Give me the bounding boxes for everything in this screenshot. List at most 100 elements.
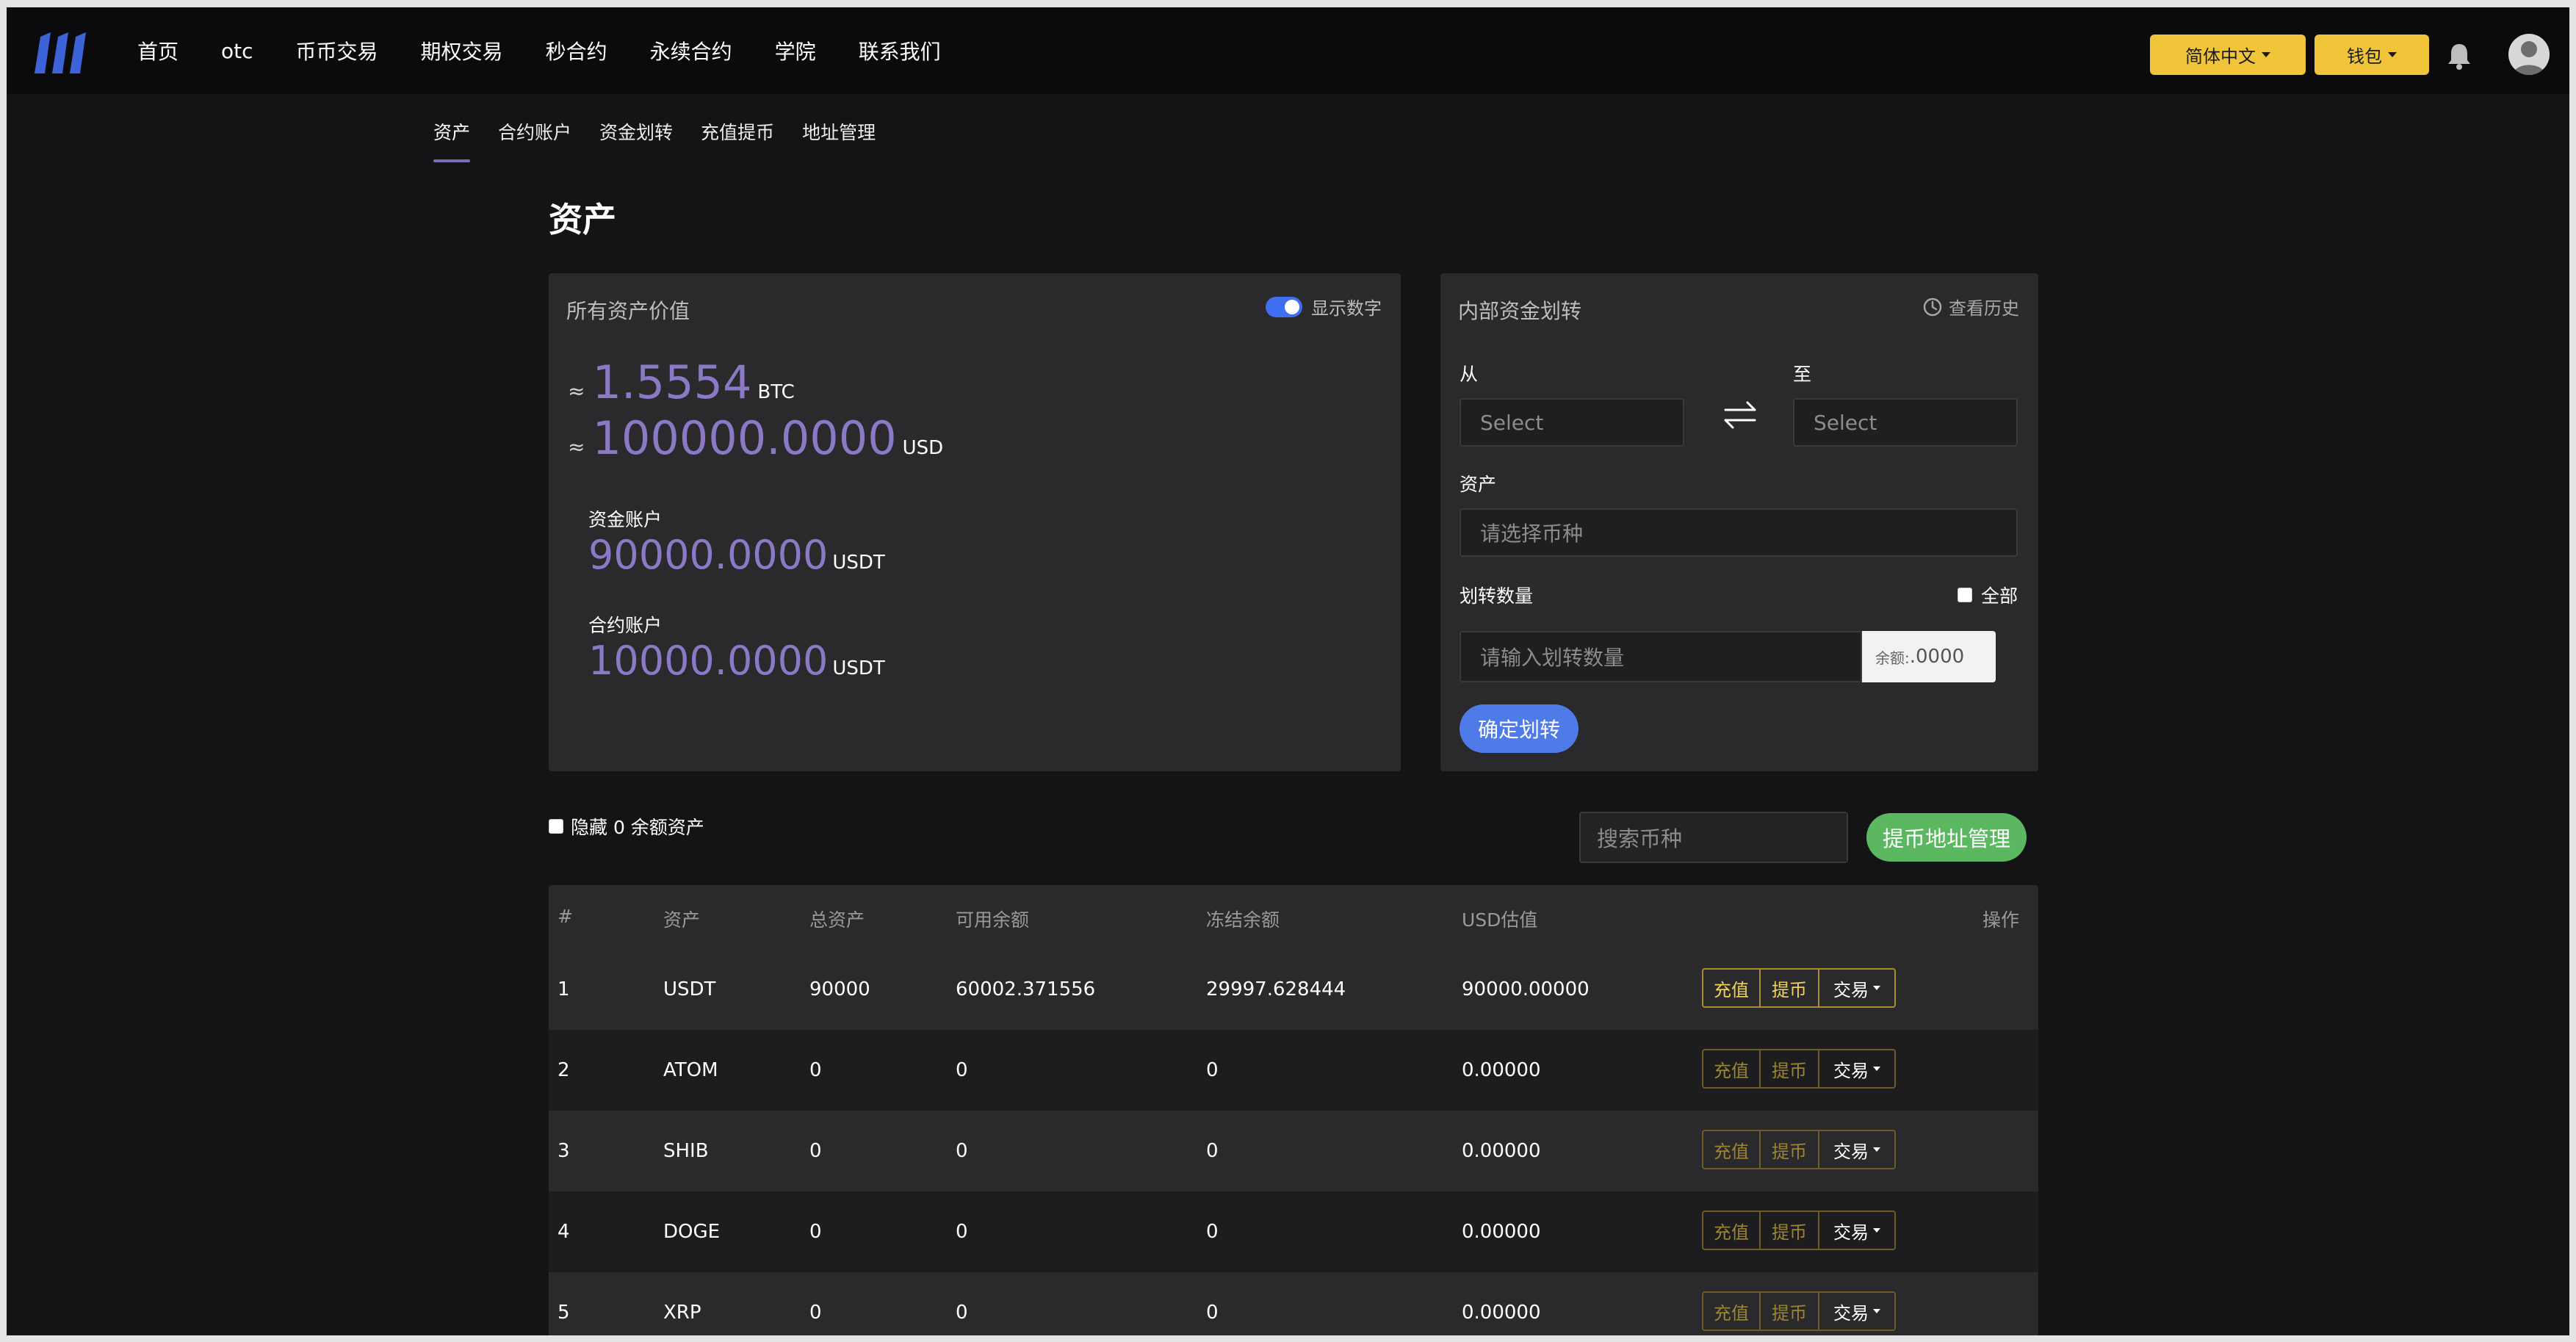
deposit-button[interactable]: 充值	[1703, 1050, 1761, 1087]
fund-account-unit: USDT	[832, 552, 885, 574]
withdraw-button-label: 提币	[1772, 979, 1807, 1000]
trade-dropdown-button[interactable]: 交易	[1819, 1050, 1894, 1087]
table-row: 2 ATOM 0 0 0 0.00000 充值 提币 交易	[549, 1030, 2038, 1111]
trade-dropdown-button[interactable]: 交易	[1819, 1131, 1894, 1168]
withdraw-button[interactable]: 提币	[1761, 1212, 1819, 1249]
fund-account-label: 资金账户	[588, 509, 663, 530]
asset-label: 资产	[1460, 474, 1497, 495]
transfer-all-group: 全部	[1957, 582, 2018, 608]
total-assets-card: 所有资产价值 显示数字 ≈1.5554 BTC ≈100000.0000 USD 资…	[549, 273, 1401, 771]
language-dropdown-button[interactable]: 简体中文	[2150, 35, 2306, 75]
assets-table: # 资产 总资产 可用余额 冻结余额 USD估值 操作 1 USDT 90000 60…	[549, 885, 2038, 1335]
coin-search-input[interactable]: 搜索币种	[1579, 812, 1848, 863]
withdraw-button[interactable]: 提币	[1761, 1293, 1819, 1330]
nav-spot[interactable]: 币币交易	[296, 36, 378, 65]
deposit-button[interactable]: 充值	[1703, 1293, 1761, 1330]
col-asset-header: 资产	[663, 909, 701, 931]
subtab-1[interactable]: 合约账户	[498, 114, 571, 165]
trade-dropdown-button[interactable]: 交易	[1819, 970, 1894, 1006]
withdraw-button-label: 提币	[1772, 1060, 1807, 1081]
clock-icon	[1923, 297, 1942, 316]
subtab-0[interactable]: 资产	[433, 114, 471, 165]
approx-symbol: ≈	[568, 379, 585, 403]
cell-frozen: 29997.628444	[1206, 978, 1346, 1000]
table-row: 3 SHIB 0 0 0 0.00000 充值 提币 交易	[549, 1111, 2038, 1191]
cell-asset: USDT	[663, 978, 716, 1000]
approx-symbol: ≈	[568, 435, 585, 459]
deposit-button[interactable]: 充值	[1703, 1212, 1761, 1249]
hide-zero-balance-label: 隐藏 0 余额资产	[571, 817, 704, 838]
nav-perpetual[interactable]: 永续合约	[650, 36, 732, 65]
cell-index: 5	[558, 1302, 570, 1324]
col-index-header: #	[558, 906, 573, 927]
available-balance-addon: 余额: .0000	[1862, 631, 1996, 682]
wallet-label: 钱包	[2347, 46, 2382, 67]
withdraw-button[interactable]: 提币	[1761, 1050, 1819, 1087]
asset-coin-select[interactable]: 请选择币种	[1460, 508, 2018, 557]
hide-zero-balance-checkbox[interactable]	[549, 819, 563, 834]
deposit-button[interactable]: 充值	[1703, 1131, 1761, 1168]
deposit-button-label: 充值	[1714, 1302, 1749, 1324]
cell-total: 90000	[809, 978, 870, 1000]
cell-total: 0	[809, 1059, 822, 1081]
nav-home[interactable]: 首页	[137, 36, 178, 65]
nav-options[interactable]: 期权交易	[421, 36, 503, 65]
swap-arrows-icon[interactable]	[1718, 398, 1762, 432]
trade-dropdown-button-label: 交易	[1833, 1302, 1869, 1324]
transfer-all-checkbox[interactable]	[1957, 588, 1972, 602]
usd-unit: USD	[902, 437, 944, 459]
table-row: 5 XRP 0 0 0 0.00000 充值 提币 交易	[549, 1272, 2038, 1335]
from-account-select[interactable]: Select	[1460, 398, 1684, 447]
internal-transfer-card: 内部资金划转 查看历史 从 至 Select Select 资产 请选择币种 划…	[1440, 273, 2038, 771]
view-history-link[interactable]: 查看历史	[1922, 294, 2019, 320]
withdraw-button-label: 提币	[1772, 1141, 1807, 1162]
withdraw-button[interactable]: 提币	[1761, 1131, 1819, 1168]
confirm-transfer-button[interactable]: 确定划转	[1460, 704, 1579, 753]
nav-contact[interactable]: 联系我们	[859, 36, 941, 65]
trade-dropdown-button[interactable]: 交易	[1819, 1293, 1894, 1330]
bell-icon[interactable]	[2446, 41, 2472, 71]
view-history-label: 查看历史	[1949, 298, 2019, 319]
cell-available: 0	[956, 1059, 968, 1081]
to-account-select[interactable]: Select	[1793, 398, 2018, 447]
fund-account-block: 资金账户 90000.0000 USDT	[588, 505, 885, 578]
col-usd-header: USD估值	[1462, 909, 1538, 931]
table-row: 1 USDT 90000 60002.371556 29997.628444 90000.…	[549, 949, 2038, 1030]
transfer-amount-input[interactable]: 请输入划转数量	[1460, 631, 1862, 682]
chevron-down-icon	[1873, 1147, 1880, 1152]
table-row: 4 DOGE 0 0 0 0.00000 充值 提币 交易	[549, 1191, 2038, 1272]
nav-otc[interactable]: otc	[221, 39, 253, 63]
withdraw-button-label: 提币	[1772, 1222, 1807, 1243]
table-body: 1 USDT 90000 60002.371556 29997.628444 90000.…	[549, 949, 2038, 1335]
usd-total-value: 100000.0000	[592, 411, 897, 465]
subtab-3[interactable]: 充值提币	[701, 114, 774, 165]
amount-label: 划转数量	[1460, 585, 1534, 607]
cell-available: 0	[956, 1221, 968, 1243]
trade-dropdown-button-label: 交易	[1833, 1141, 1869, 1162]
cell-usd: 0.00000	[1462, 1221, 1541, 1243]
user-avatar[interactable]	[2508, 34, 2550, 75]
nav-academy[interactable]: 学院	[775, 36, 816, 65]
col-available-header: 可用余额	[956, 909, 1030, 931]
deposit-button-label: 充值	[1714, 1060, 1749, 1081]
btc-total-value: 1.5554	[592, 356, 752, 409]
deposit-button-label: 充值	[1714, 979, 1749, 1000]
contract-account-label: 合约账户	[588, 615, 663, 636]
nav-second-contract[interactable]: 秒合约	[546, 36, 607, 65]
contract-account-block: 合约账户 10000.0000 USDT	[588, 611, 885, 684]
row-action-group: 充值 提币 交易	[1702, 1130, 1896, 1169]
withdraw-button-label: 提币	[1772, 1302, 1807, 1324]
cell-frozen: 0	[1206, 1059, 1219, 1081]
withdraw-button[interactable]: 提币	[1761, 970, 1819, 1006]
withdraw-address-management-button[interactable]: 提币地址管理	[1866, 813, 2027, 862]
wallet-dropdown-button[interactable]: 钱包	[2315, 35, 2429, 75]
deposit-button[interactable]: 充值	[1703, 970, 1761, 1006]
row-action-group: 充值 提币 交易	[1702, 1291, 1896, 1331]
btc-total-row: ≈1.5554 BTC	[568, 356, 795, 409]
subtab-4[interactable]: 地址管理	[802, 114, 876, 165]
chevron-down-icon	[1873, 986, 1880, 990]
show-numbers-toggle[interactable]	[1266, 296, 1302, 317]
subtab-2[interactable]: 资金划转	[599, 114, 673, 165]
trade-dropdown-button[interactable]: 交易	[1819, 1212, 1894, 1249]
brand-logo[interactable]	[33, 29, 92, 76]
